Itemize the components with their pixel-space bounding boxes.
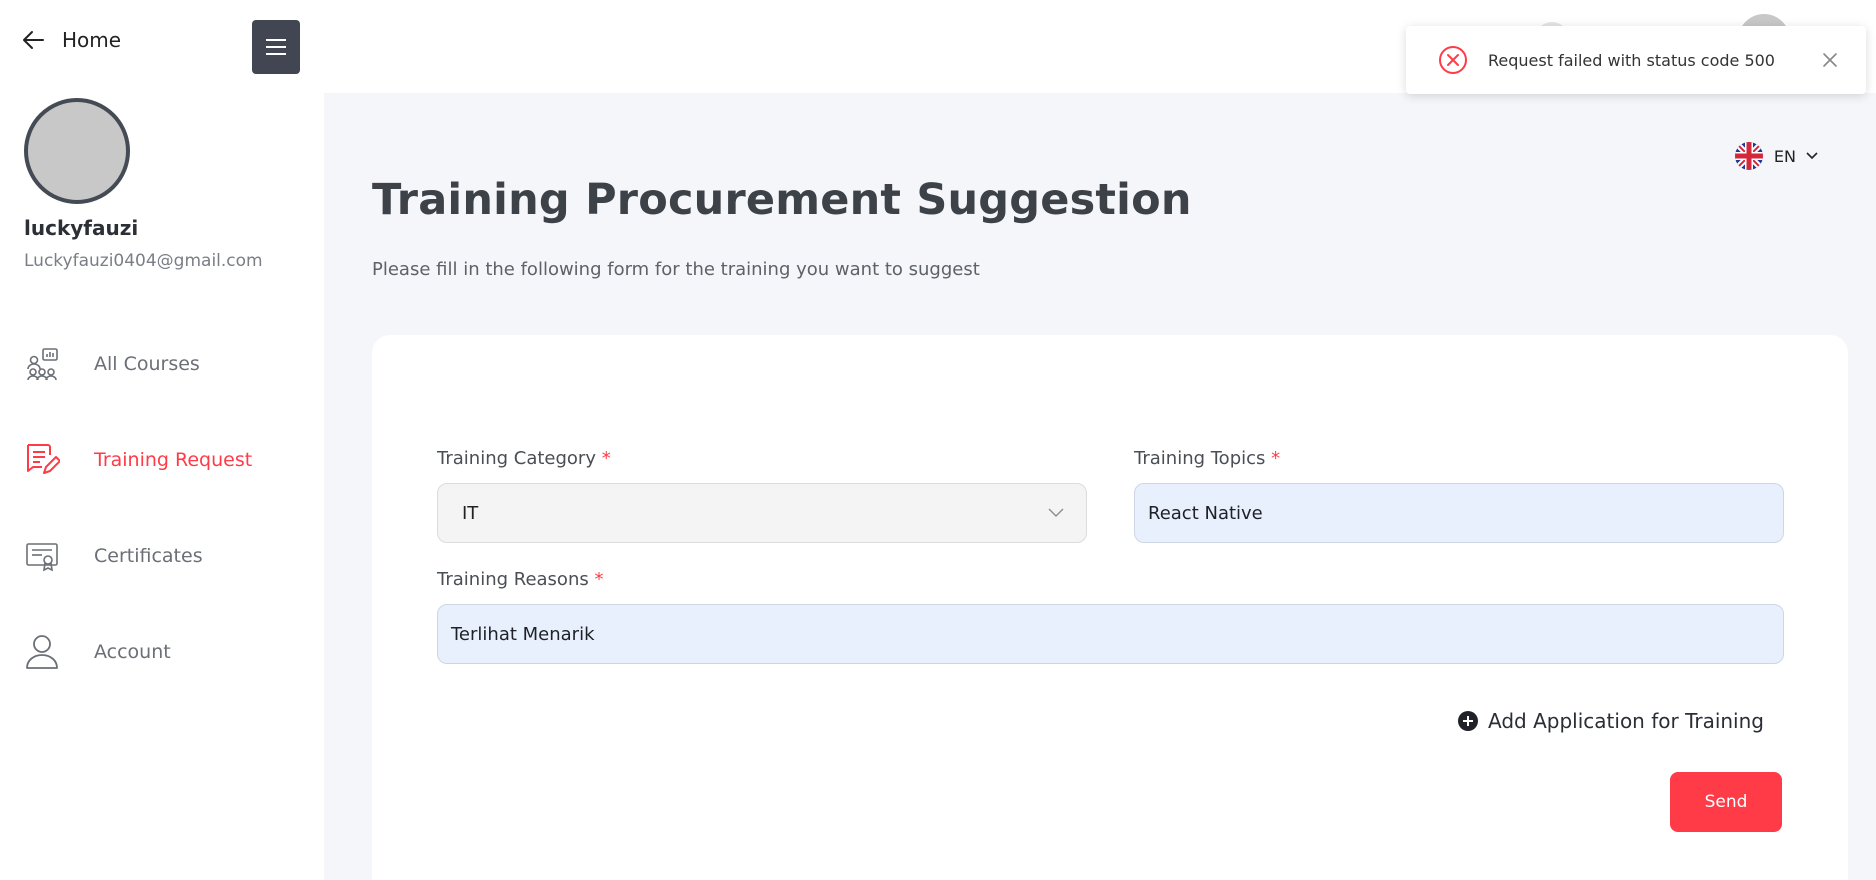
sidebar-item-label: All Courses: [94, 353, 200, 375]
chevron-down-icon: [1806, 152, 1818, 160]
sidebar: Home luckyfauzi Luckyfauzi0404@gmail.com: [0, 0, 324, 880]
training-reasons-label-text: Training Reasons: [437, 569, 589, 590]
sidebar-item-label: Training Request: [94, 449, 253, 471]
training-reasons-input[interactable]: Terlihat Menarik: [437, 604, 1784, 664]
add-application-button[interactable]: Add Application for Training: [1458, 709, 1764, 733]
training-topics-value: React Native: [1148, 502, 1263, 524]
page-subtitle: Please fill in the following form for th…: [372, 259, 980, 280]
form-card: Training Category * IT Training Topics *…: [372, 335, 1848, 880]
training-category-label-text: Training Category: [437, 448, 596, 469]
sidebar-item-all-courses[interactable]: All Courses: [24, 316, 304, 412]
sidebar-item-label: Account: [94, 641, 171, 663]
training-topics-label: Training Topics *: [1134, 448, 1280, 469]
send-button[interactable]: Send: [1670, 772, 1782, 832]
training-topics-input[interactable]: React Native: [1134, 483, 1784, 543]
user-name: luckyfauzi: [24, 216, 139, 240]
avatar: [24, 98, 130, 204]
required-mark: *: [1271, 448, 1281, 469]
chevron-down-icon: [1048, 508, 1064, 517]
language-selector[interactable]: EN: [1734, 141, 1818, 171]
home-link[interactable]: Home: [22, 28, 121, 52]
sidebar-item-account[interactable]: Account: [24, 604, 304, 700]
training-topics-label-text: Training Topics: [1134, 448, 1266, 469]
hamburger-icon: [266, 39, 286, 55]
sidebar-item-training-request[interactable]: Training Request: [24, 412, 304, 508]
back-arrow-icon: [23, 31, 44, 49]
hamburger-menu-button[interactable]: [252, 20, 300, 74]
training-request-icon: [24, 442, 60, 478]
error-toast: Request failed with status code 500: [1406, 26, 1866, 94]
add-application-label: Add Application for Training: [1488, 709, 1764, 733]
account-icon: [24, 634, 60, 670]
training-category-label: Training Category *: [437, 448, 611, 469]
plus-circle-icon: [1458, 711, 1479, 731]
error-icon: [1439, 46, 1467, 74]
required-mark: *: [601, 448, 611, 469]
uk-flag-icon: [1734, 142, 1763, 170]
courses-icon: [24, 346, 60, 382]
training-category-select[interactable]: IT: [437, 483, 1087, 543]
user-email: Luckyfauzi0404@gmail.com: [24, 251, 263, 271]
training-category-value: IT: [462, 502, 479, 524]
home-label: Home: [62, 28, 122, 52]
certificate-icon: [24, 538, 60, 574]
sidebar-item-certificates[interactable]: Certificates: [24, 508, 304, 604]
toast-message: Request failed with status code 500: [1488, 50, 1775, 70]
required-mark: *: [594, 569, 604, 590]
language-label: EN: [1773, 146, 1796, 166]
sidebar-nav: All Courses Training Request Certificate…: [24, 316, 304, 700]
training-reasons-label: Training Reasons *: [437, 569, 603, 590]
training-reasons-value: Terlihat Menarik: [451, 623, 595, 645]
close-icon: [1823, 53, 1837, 67]
sidebar-item-label: Certificates: [94, 545, 203, 567]
page-title: Training Procurement Suggestion: [372, 175, 1192, 225]
main-content: EN Training Procurement Suggestion Pleas…: [324, 93, 1876, 880]
close-toast-button[interactable]: [1818, 48, 1842, 72]
